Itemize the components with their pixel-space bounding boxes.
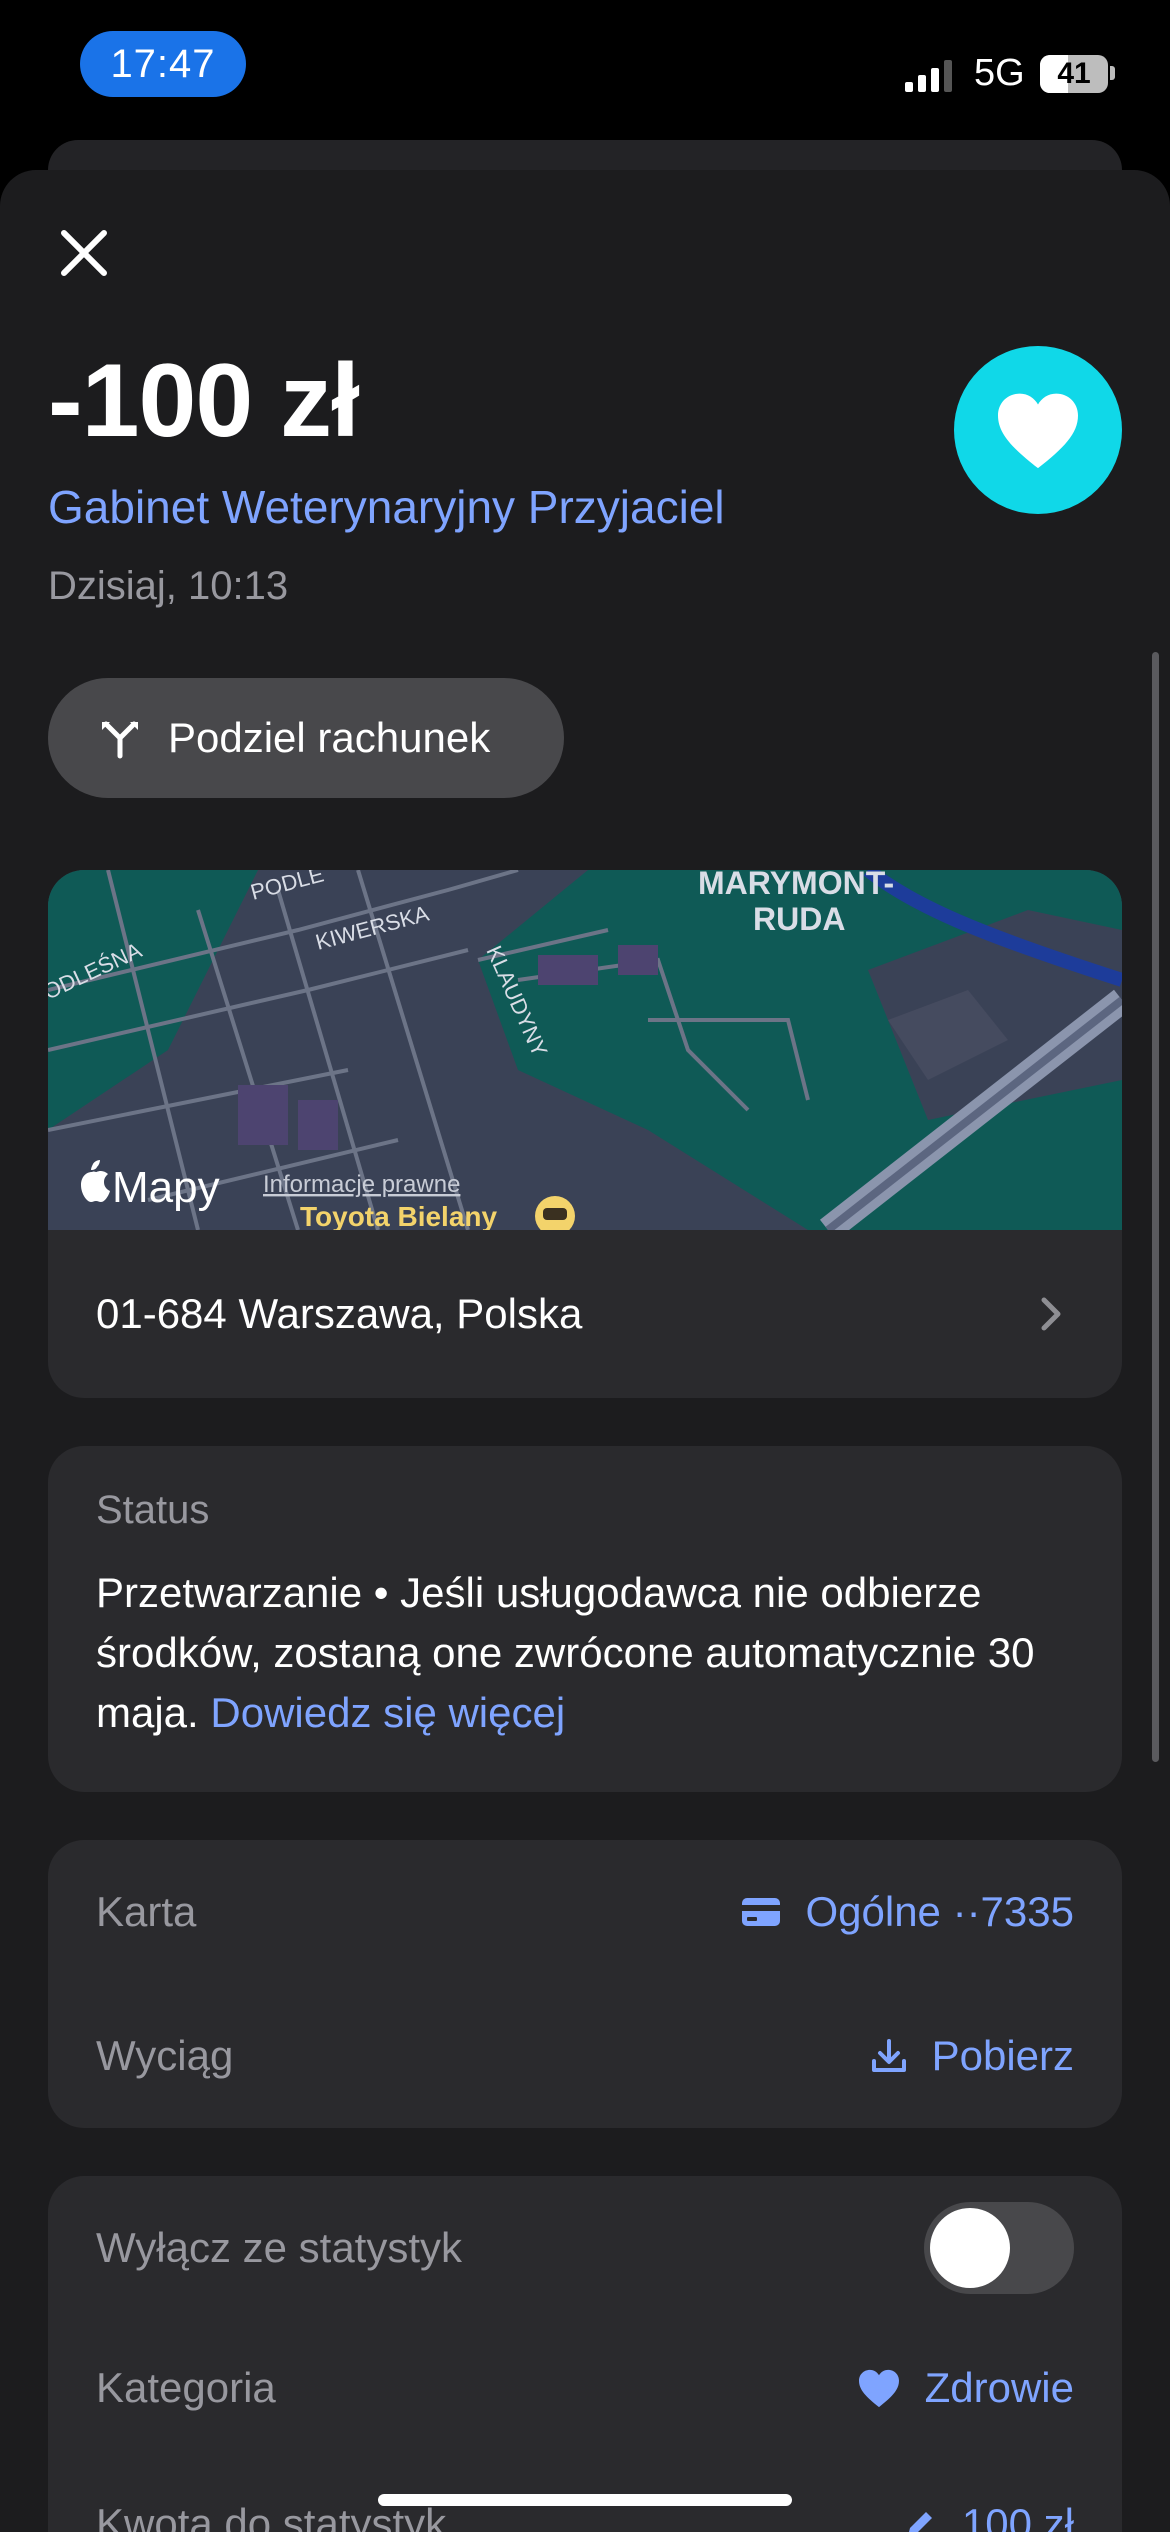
address-text: 01-684 Warszawa, Polska [96,1290,583,1337]
map-label-district2: RUDA [753,901,845,937]
split-icon [102,721,138,759]
card-row[interactable]: Karta Ogólne ··7335 [48,1840,1122,1984]
battery-tip [1110,66,1115,80]
status-body: Przetwarzanie • Jeśli usługodawca nie od… [96,1563,1074,1743]
heart-icon [858,2369,899,2408]
status-bar: 17:47 5G 41 [0,0,1170,140]
network-type: 5G [974,52,1025,94]
exclude-stats-row: Wyłącz ze statystyk [48,2176,1122,2320]
card-label: Karta [96,1888,197,1935]
exclude-stats-label: Wyłącz ze statystyk [96,2224,463,2271]
status-time: 17:47 [80,31,246,97]
download-icon [871,2039,906,2072]
payment-details-card: Karta Ogólne ··7335 Wyciąg Pobierz [48,1840,1122,2128]
status-title: Status [96,1488,210,1532]
location-map[interactable]: MARYMONT- RUDA KIWERSKA KLAUDYNY PODLE O… [48,870,1122,1230]
exclude-stats-toggle[interactable] [924,2202,1074,2294]
stats-amount-row[interactable]: Kwota do statystyk 100 zł [48,2452,1122,2532]
heart-icon [998,393,1078,469]
statement-value: Pobierz [931,2032,1074,2079]
battery-level: 41 [1057,57,1091,90]
category-value: Zdrowie [924,2364,1074,2411]
map-poi-label: Toyota Bielany [300,1201,498,1230]
location-card[interactable]: MARYMONT- RUDA KIWERSKA KLAUDYNY PODLE O… [48,870,1122,1398]
home-indicator[interactable] [378,2494,792,2506]
category-label: Kategoria [96,2364,276,2411]
scrollbar[interactable] [1152,652,1159,1762]
map-label-district: MARYMONT- [698,870,894,901]
stats-amount-value: 100 zł [961,2500,1074,2532]
transaction-datetime: Dzisiaj, 10:13 [48,564,289,608]
statement-label: Wyciąg [96,2032,234,2079]
map-brand: Mapy [112,1163,220,1212]
chevron-right-icon [1041,1297,1061,1331]
pencil-icon [908,2512,932,2532]
learn-more-link[interactable]: Dowiedz się więcej [210,1689,565,1736]
split-bill-label: Podziel rachunek [168,714,491,761]
address-row[interactable]: 01-684 Warszawa, Polska [48,1230,1122,1398]
card-value: Ogólne ··7335 [805,1888,1074,1935]
merchant-name[interactable]: Gabinet Weterynaryjny Przyjaciel [48,480,725,534]
map-legal-link: Informacje prawne [263,1171,460,1198]
split-bill-button[interactable]: Podziel rachunek [48,678,564,798]
category-avatar[interactable] [954,346,1122,514]
signal-icon [905,60,952,92]
transaction-amount: -100 zł [48,343,360,459]
close-icon[interactable] [58,227,110,279]
statement-row[interactable]: Wyciąg Pobierz [48,1984,1122,2128]
statistics-card: Wyłącz ze statystyk Kategoria Zdrowie Kw… [48,2176,1122,2532]
credit-card-icon [742,1898,781,1926]
category-row[interactable]: Kategoria Zdrowie [48,2316,1122,2460]
battery-icon: 41 [1040,55,1108,93]
status-card: Status Przetwarzanie • Jeśli usługodawca… [48,1446,1122,1792]
transaction-sheet: -100 zł Gabinet Weterynaryjny Przyjaciel… [0,170,1170,2532]
